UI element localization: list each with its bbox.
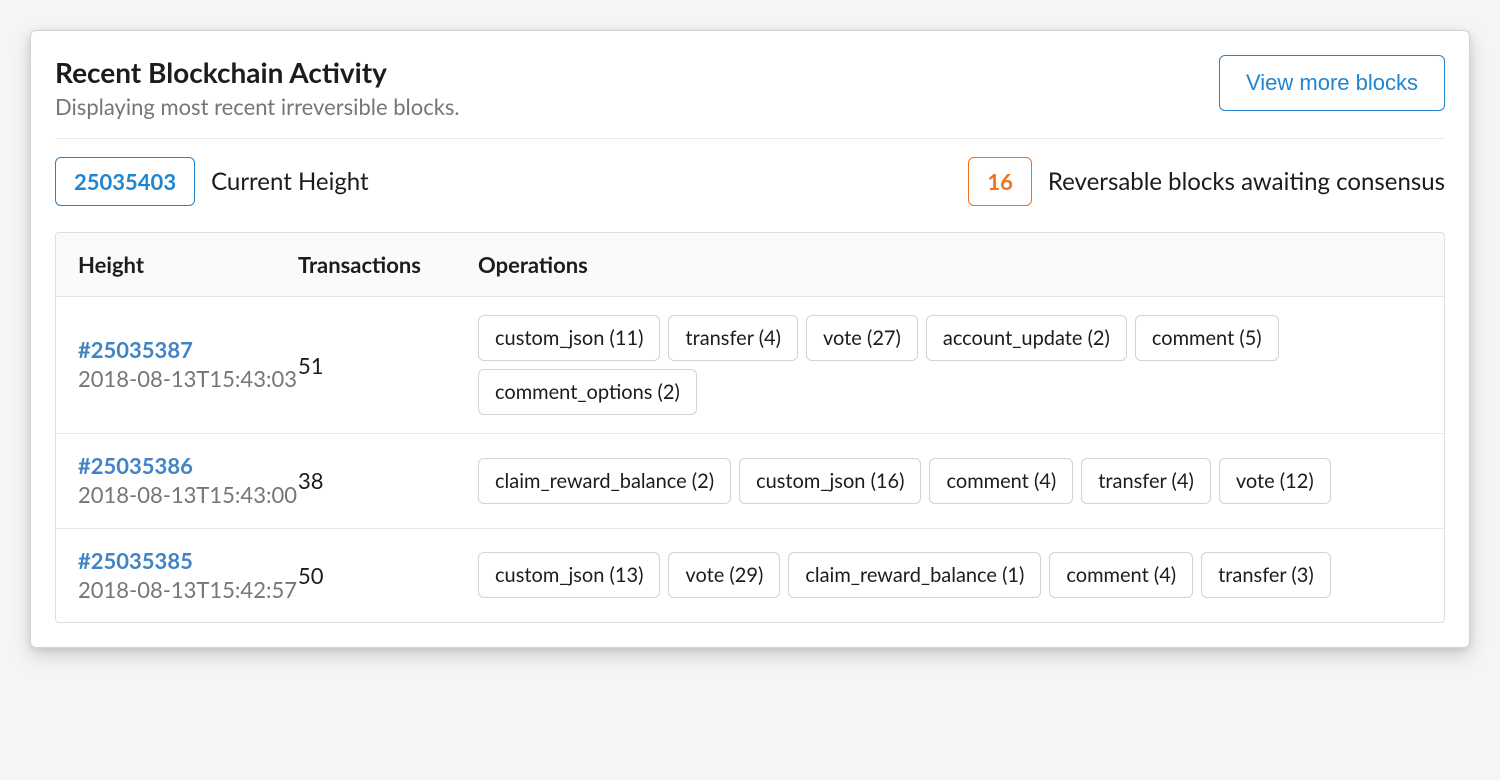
operation-tag[interactable]: comment (4) bbox=[929, 458, 1073, 504]
operation-tag[interactable]: account_update (2) bbox=[926, 315, 1127, 361]
operation-tag[interactable]: vote (27) bbox=[806, 315, 918, 361]
table-header-row: Height Transactions Operations bbox=[56, 233, 1444, 297]
block-timestamp: 2018-08-13T15:43:00 bbox=[78, 481, 298, 510]
block-height-link[interactable]: #25035385 bbox=[78, 547, 298, 574]
transactions-count: 38 bbox=[298, 467, 478, 494]
height-cell: #250353852018-08-13T15:42:57 bbox=[78, 547, 298, 605]
operation-tag[interactable]: comment (4) bbox=[1049, 552, 1193, 598]
column-header-transactions: Transactions bbox=[298, 251, 478, 278]
table-row: #250353872018-08-13T15:43:0351custom_jso… bbox=[56, 297, 1444, 434]
operation-tag[interactable]: claim_reward_balance (1) bbox=[788, 552, 1041, 598]
card-title: Recent Blockchain Activity bbox=[55, 55, 1219, 89]
operation-tag[interactable]: transfer (4) bbox=[1081, 458, 1211, 504]
block-timestamp: 2018-08-13T15:42:57 bbox=[78, 576, 298, 605]
operation-tag[interactable]: custom_json (16) bbox=[739, 458, 921, 504]
current-height-label: Current Height bbox=[211, 167, 369, 196]
table-row: #250353852018-08-13T15:42:5750custom_jso… bbox=[56, 529, 1444, 623]
table-row: #250353862018-08-13T15:43:0038claim_rewa… bbox=[56, 434, 1444, 529]
operation-tag[interactable]: claim_reward_balance (2) bbox=[478, 458, 731, 504]
block-timestamp: 2018-08-13T15:43:03 bbox=[78, 365, 298, 394]
operation-tag[interactable]: comment_options (2) bbox=[478, 369, 697, 415]
height-cell: #250353872018-08-13T15:43:03 bbox=[78, 336, 298, 394]
header-text-block: Recent Blockchain Activity Displaying mo… bbox=[55, 55, 1219, 120]
operation-tag[interactable]: vote (12) bbox=[1219, 458, 1331, 504]
reversible-group: 16 Reversable blocks awaiting consensus bbox=[968, 157, 1445, 206]
column-header-operations: Operations bbox=[478, 251, 1422, 278]
transactions-count: 50 bbox=[298, 562, 478, 589]
transactions-count: 51 bbox=[298, 352, 478, 379]
card-subtitle: Displaying most recent irreversible bloc… bbox=[55, 93, 1219, 120]
blockchain-activity-card: Recent Blockchain Activity Displaying mo… bbox=[30, 30, 1470, 648]
operations-cell: custom_json (11)transfer (4)vote (27)acc… bbox=[478, 315, 1422, 415]
column-header-height: Height bbox=[78, 251, 298, 278]
height-cell: #250353862018-08-13T15:43:00 bbox=[78, 452, 298, 510]
reversible-count-badge[interactable]: 16 bbox=[968, 157, 1032, 206]
reversible-label: Reversable blocks awaiting consensus bbox=[1048, 167, 1445, 196]
operation-tag[interactable]: custom_json (13) bbox=[478, 552, 660, 598]
operation-tag[interactable]: transfer (4) bbox=[668, 315, 798, 361]
blocks-table: Height Transactions Operations #25035387… bbox=[55, 232, 1445, 623]
current-height-badge[interactable]: 25035403 bbox=[55, 157, 195, 206]
operation-tag[interactable]: vote (29) bbox=[668, 552, 780, 598]
card-header: Recent Blockchain Activity Displaying mo… bbox=[55, 55, 1445, 139]
block-height-link[interactable]: #25035386 bbox=[78, 452, 298, 479]
status-row: 25035403 Current Height 16 Reversable bl… bbox=[55, 157, 1445, 206]
operations-cell: claim_reward_balance (2)custom_json (16)… bbox=[478, 458, 1422, 504]
operation-tag[interactable]: comment (5) bbox=[1135, 315, 1279, 361]
table-body: #250353872018-08-13T15:43:0351custom_jso… bbox=[56, 297, 1444, 622]
current-height-group: 25035403 Current Height bbox=[55, 157, 369, 206]
view-more-blocks-button[interactable]: View more blocks bbox=[1219, 55, 1445, 111]
block-height-link[interactable]: #25035387 bbox=[78, 336, 298, 363]
operation-tag[interactable]: custom_json (11) bbox=[478, 315, 660, 361]
operation-tag[interactable]: transfer (3) bbox=[1201, 552, 1331, 598]
operations-cell: custom_json (13)vote (29)claim_reward_ba… bbox=[478, 552, 1422, 598]
